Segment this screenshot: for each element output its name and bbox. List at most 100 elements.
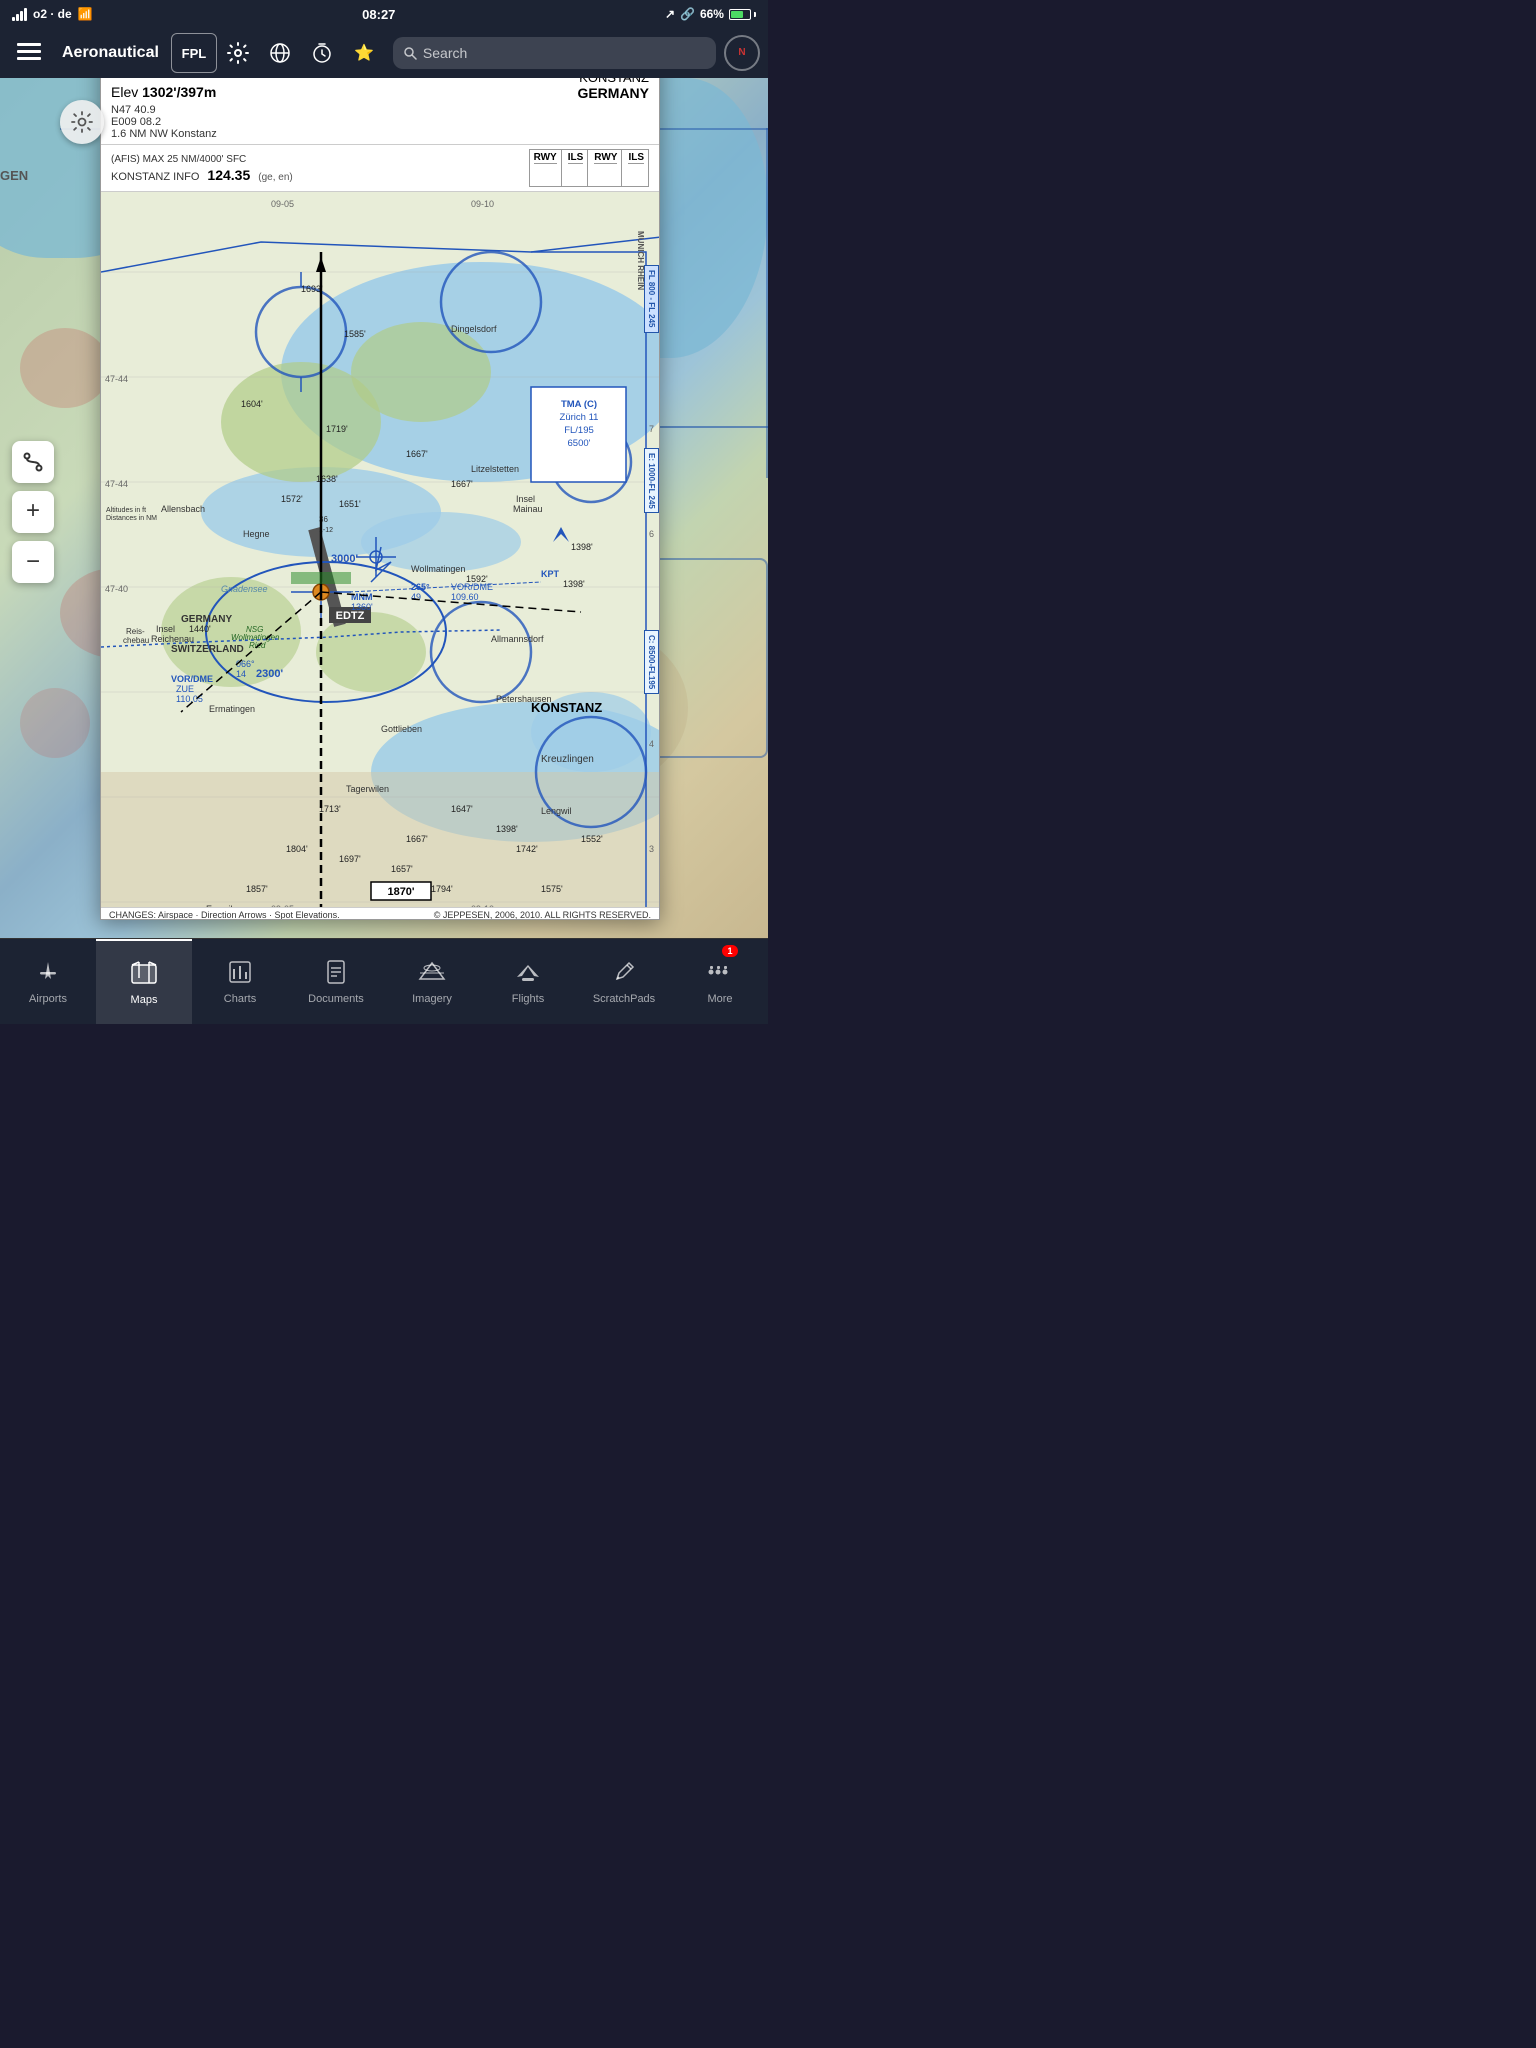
svg-text:1667': 1667'	[406, 834, 428, 844]
svg-text:Insel: Insel	[516, 494, 535, 504]
documents-label: Documents	[308, 993, 364, 1005]
search-bar[interactable]: Search	[393, 37, 716, 69]
scratchpads-icon	[611, 959, 637, 989]
chart-map-area: 8 7 6 5 4 3 09-05 09-10 09-05 09-10 47-4…	[101, 192, 659, 920]
svg-text:MNM: MNM	[351, 592, 373, 602]
svg-text:1870': 1870'	[387, 886, 414, 898]
svg-text:14: 14	[236, 669, 246, 679]
chart-info-section: (AFIS) MAX 25 NM/4000' SFC KONSTANZ INFO…	[101, 145, 659, 192]
airport-country: GERMANY	[561, 85, 649, 101]
tab-scratchpads[interactable]: ScratchPads	[576, 939, 672, 1024]
svg-text:Gnadensee: Gnadensee	[221, 584, 268, 594]
svg-text:SWITZERLAND: SWITZERLAND	[171, 644, 244, 655]
chart-svg: 8 7 6 5 4 3 09-05 09-10 09-05 09-10 47-4…	[101, 192, 659, 920]
svg-text:1742': 1742'	[516, 844, 538, 854]
timer-button[interactable]	[301, 33, 343, 73]
compass-button[interactable]: N	[724, 35, 760, 71]
charts-label: Charts	[224, 993, 256, 1005]
svg-text:2300': 2300'	[256, 668, 283, 680]
status-left: o2 · de 📶	[12, 7, 93, 21]
time-display: 08:27	[362, 7, 395, 22]
settings-button[interactable]	[217, 33, 259, 73]
svg-text:47-40: 47-40	[105, 584, 128, 594]
tab-more[interactable]: 1 More	[672, 939, 768, 1024]
tab-charts[interactable]: Charts	[192, 939, 288, 1024]
bottom-tab-bar: Airports Maps Charts	[0, 938, 768, 1024]
flights-icon	[514, 959, 542, 989]
top-nav-bar: Aeronautical FPL ⭐ Search N	[0, 28, 768, 78]
info-label: KONSTANZ INFO	[111, 171, 199, 183]
signal-bars	[12, 7, 27, 21]
route-button[interactable]	[12, 441, 54, 483]
maps-label: Maps	[131, 994, 158, 1006]
afis-note: (AFIS) MAX 25 NM/4000' SFC	[111, 154, 293, 165]
svg-text:Zürich 11: Zürich 11	[560, 412, 599, 423]
svg-text:1398': 1398'	[563, 579, 585, 589]
copyright-text: © JEPPESEN, 2006, 2010. ALL RIGHTS RESER…	[434, 910, 651, 920]
airspace-label-2: E: 1000-FL 245	[644, 448, 659, 514]
svg-text:chebau: chebau	[123, 636, 149, 645]
svg-text:Hegne: Hegne	[243, 529, 270, 539]
svg-text:Reis-: Reis-	[126, 627, 145, 636]
bluetooth-icon: 🔗	[680, 7, 695, 21]
airspace-label-3: C: 8500-FL195	[644, 630, 659, 694]
svg-text:1857': 1857'	[246, 884, 268, 894]
svg-text:1398': 1398'	[496, 824, 518, 834]
svg-text:Petershausen: Petershausen	[496, 694, 552, 704]
svg-text:Distances in NM: Distances in NM	[106, 515, 157, 522]
svg-text:7: 7	[649, 424, 654, 434]
svg-text:1604': 1604'	[241, 399, 263, 409]
search-placeholder: Search	[423, 45, 467, 61]
imagery-label: Imagery	[412, 993, 452, 1005]
svg-text:066°: 066°	[236, 659, 255, 669]
svg-text:3000': 3000'	[331, 553, 358, 565]
tab-maps[interactable]: Maps	[96, 939, 192, 1024]
fpl-button[interactable]: FPL	[171, 33, 217, 73]
svg-text:49: 49	[411, 592, 421, 602]
svg-text:1585': 1585'	[344, 329, 366, 339]
charts-icon	[227, 959, 253, 989]
airport-elevation: Elev 1302'/397m	[111, 84, 561, 100]
zoom-in-button[interactable]: +	[12, 491, 54, 533]
more-badge: 1	[722, 945, 738, 957]
svg-text:110.05: 110.05	[176, 694, 203, 704]
svg-text:1575': 1575'	[541, 884, 563, 894]
freq-note: (ge, en)	[258, 172, 292, 183]
jeppesen-chart: JEPPESEN 16 APR 10 19-1 EDTZ Elev 1302'/…	[100, 20, 660, 920]
tab-imagery[interactable]: Imagery	[384, 939, 480, 1024]
favorites-button[interactable]: ⭐	[343, 33, 385, 73]
svg-text:109.60: 109.60	[451, 592, 479, 602]
status-right: ↗ 🔗 66%	[665, 7, 756, 21]
layers-button[interactable]	[8, 33, 50, 73]
more-icon	[706, 959, 734, 989]
svg-text:4: 4	[649, 739, 654, 749]
carrier-label: o2 · de	[33, 7, 72, 21]
munich-rhein-label: MUNICH RHEIN	[634, 229, 647, 292]
zoom-out-button[interactable]: −	[12, 541, 54, 583]
svg-text:1804': 1804'	[286, 844, 308, 854]
tab-airports[interactable]: Airports	[0, 939, 96, 1024]
globe-button[interactable]	[259, 33, 301, 73]
map-controls: + −	[12, 441, 54, 583]
tab-flights[interactable]: Flights	[480, 939, 576, 1024]
svg-text:09-05: 09-05	[271, 199, 294, 209]
svg-text:Wollmatingen: Wollmatingen	[411, 564, 465, 574]
svg-text:6500': 6500'	[568, 438, 591, 449]
svg-text:Kreuzlingen: Kreuzlingen	[541, 754, 594, 765]
svg-text:47-44: 47-44	[105, 479, 128, 489]
svg-text:Litzelstetten: Litzelstetten	[471, 464, 519, 474]
svg-text:09-10: 09-10	[471, 199, 494, 209]
map-type-label: Aeronautical	[50, 44, 171, 62]
svg-text:1592': 1592'	[466, 574, 488, 584]
tab-documents[interactable]: Documents	[288, 939, 384, 1024]
battery-percent: 66%	[700, 7, 724, 21]
airports-icon	[35, 959, 61, 989]
svg-text:Mainau: Mainau	[513, 504, 543, 514]
airport-coords: N47 40.9 E009 08.2 1.6 NM NW Konstanz	[111, 104, 561, 140]
map-gear-button[interactable]	[60, 100, 104, 144]
svg-text:Dingelsdorf: Dingelsdorf	[451, 324, 497, 334]
more-label: More	[707, 993, 732, 1005]
airports-label: Airports	[29, 993, 67, 1005]
svg-text:1572': 1572'	[281, 494, 303, 504]
svg-text:TMA (C): TMA (C)	[561, 399, 597, 410]
